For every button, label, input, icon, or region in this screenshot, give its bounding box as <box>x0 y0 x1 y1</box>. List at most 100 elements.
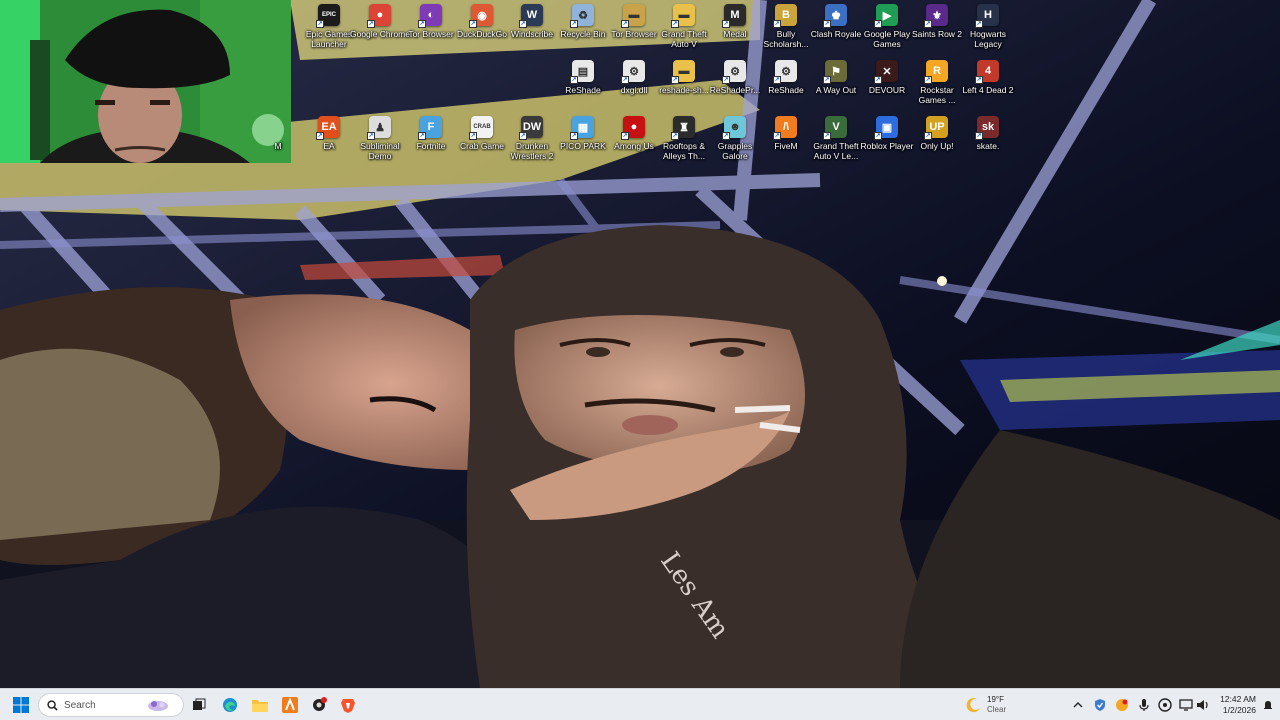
icon-glyph: 4 <box>984 65 992 77</box>
app-shortcut-icon: CRAB ↗ <box>469 116 493 140</box>
desktop-icon[interactable]: EPIC ↗ Epic Games Launcher <box>303 0 355 54</box>
desktop-icon[interactable]: ▬ ↗ Grand Theft Auto V <box>658 0 710 54</box>
task-view-button[interactable] <box>187 693 211 717</box>
icon-glyph: sk <box>981 121 995 133</box>
desktop-icon[interactable]: DW ↗ Drunken Wrestlers 2 <box>506 112 558 166</box>
desktop-icon[interactable]: ◐ ↗ Tor Browser <box>405 0 457 54</box>
desktop-icon[interactable]: ⚙ ↗ ReShade <box>760 56 812 110</box>
tray-windscribe-button[interactable] <box>1092 697 1108 713</box>
shortcut-arrow-icon: ↗ <box>519 20 527 28</box>
icon-glyph: ♜ <box>679 121 689 134</box>
desktop-icon[interactable]: M ↗ Medal <box>709 0 761 54</box>
desktop-icon[interactable]: EA ↗ EA <box>303 112 355 166</box>
start-button[interactable] <box>9 693 33 717</box>
shortcut-arrow-icon: ↗ <box>469 20 477 28</box>
desktop-icon[interactable]: B ↗ Bully Scholarsh... <box>760 0 812 54</box>
desktop-icon[interactable]: ◉ ↗ DuckDuckGo <box>456 0 508 54</box>
app-shortcut-icon: ⚙ ↗ <box>722 60 746 84</box>
desktop-icon[interactable]: ⚙ ↗ dxgi.dll <box>608 56 660 110</box>
shortcut-arrow-icon: ↗ <box>671 76 679 84</box>
desktop-icon-label: Hogwarts Legacy <box>970 29 1006 49</box>
app-shortcut-icon: H ↗ <box>975 4 999 28</box>
app-shortcut-icon: ⚑ ↗ <box>823 60 847 84</box>
desktop-icon[interactable]: ▦ ↗ PICO PARK <box>557 112 609 166</box>
tray-network-button[interactable] <box>1178 697 1194 713</box>
desktop-icon[interactable]: ⚑ ↗ A Way Out <box>810 56 862 110</box>
app-shortcut-icon: ✕ ↗ <box>874 60 898 84</box>
desktop-icon[interactable]: ▣ ↗ Roblox Player <box>861 112 913 166</box>
desktop-icon[interactable]: ⚜ ↗ Saints Row 2 <box>911 0 963 54</box>
icon-glyph: ⚑ <box>831 65 841 78</box>
tray-microphone-button[interactable] <box>1136 697 1152 713</box>
shortcut-arrow-icon: ↗ <box>924 132 932 140</box>
desktop-icon[interactable]: ♟ ↗ Subliminal Demo <box>354 112 406 166</box>
shortcut-arrow-icon: ↗ <box>621 76 629 84</box>
windows-logo-icon <box>13 697 29 713</box>
desktop-icon[interactable]: ▬ ↗ reshade-sh... <box>658 56 710 110</box>
desktop-icon[interactable]: sk ↗ skate. <box>962 112 1014 166</box>
desktop-icon[interactable]: ▶ ↗ Google Play Games <box>861 0 913 54</box>
tray-steam-button[interactable] <box>1157 697 1173 713</box>
taskbar-clock[interactable]: 12:42 AM 1/2/2026 <box>1208 694 1256 716</box>
shield-check-icon <box>1095 699 1105 711</box>
shortcut-arrow-icon: ↗ <box>823 132 831 140</box>
search-icon <box>47 699 58 711</box>
shortcut-arrow-icon: ↗ <box>367 20 375 28</box>
desktop-icon[interactable]: 4 ↗ Left 4 Dead 2 <box>962 56 1014 110</box>
app-shortcut-icon: EA ↗ <box>316 116 340 140</box>
icon-glyph: W <box>526 9 538 21</box>
app-shortcut-icon: ▬ ↗ <box>671 4 695 28</box>
desktop-icon[interactable]: ♻ ↗ Recycle Bin <box>557 0 609 54</box>
shortcut-arrow-icon: ↗ <box>975 20 983 28</box>
taskbar-edge-button[interactable] <box>218 693 242 717</box>
app-shortcut-icon: ♻ ↗ <box>570 4 594 28</box>
fivem-icon <box>282 697 298 713</box>
taskbar-brave-button[interactable] <box>336 693 360 717</box>
desktop-icon[interactable]: ♚ ↗ Clash Royale <box>810 0 862 54</box>
shortcut-arrow-icon: ↗ <box>773 20 781 28</box>
shortcut-arrow-icon: ↗ <box>469 132 477 140</box>
desktop-icon[interactable]: ☻ ↗ Grapples Galore <box>709 112 761 166</box>
taskbar-search[interactable] <box>38 693 184 717</box>
desktop-icon[interactable]: H ↗ Hogwarts Legacy <box>962 0 1014 54</box>
taskbar-fivem-button[interactable] <box>278 693 302 717</box>
icon-glyph: ▬ <box>678 9 690 21</box>
desktop-icon-label: Left 4 Dead 2 <box>962 85 1014 95</box>
shortcut-arrow-icon: ↗ <box>418 132 426 140</box>
show-hidden-icons-button[interactable] <box>1070 697 1086 713</box>
icon-glyph: ◐ <box>427 9 435 21</box>
shortcut-arrow-icon: ↗ <box>316 132 324 140</box>
icon-glyph: R <box>933 65 941 77</box>
shortcut-arrow-icon: ↗ <box>367 132 375 140</box>
app-shortcut-icon: ● ↗ <box>367 4 391 28</box>
app-shortcut-icon: 4 ↗ <box>975 60 999 84</box>
app-shortcut-icon: EPIC ↗ <box>316 4 340 28</box>
icon-glyph: F <box>427 121 435 133</box>
app-shortcut-icon <box>267 116 289 138</box>
desktop-icon[interactable]: R ↗ Rockstar Games ... <box>911 56 963 110</box>
app-shortcut-icon: ◉ ↗ <box>469 4 493 28</box>
desktop-icon[interactable]: W ↗ Windscribe <box>506 0 558 54</box>
desktop-icon[interactable]: F ↗ Fortnite <box>405 112 457 166</box>
desktop-icon[interactable]: M <box>252 112 304 166</box>
notification-center-button[interactable] <box>1260 697 1276 713</box>
desktop-icon[interactable]: V ↗ Grand Theft Auto V Le... <box>810 112 862 166</box>
desktop-icon[interactable]: ♜ ↗ Rooftops & Alleys Th... <box>658 112 710 166</box>
desktop-icon[interactable]: ▤ ↗ ReShade <box>557 56 609 110</box>
microphone-icon <box>1139 699 1149 711</box>
desktop-icon[interactable]: ⚙ ↗ ReShadePr... <box>709 56 761 110</box>
app-shortcut-icon: UP ↗ <box>924 116 948 140</box>
taskbar-steam-button[interactable] <box>307 693 331 717</box>
taskbar-file-explorer-button[interactable] <box>248 693 272 717</box>
shortcut-arrow-icon: ↗ <box>621 132 629 140</box>
desktop-icon[interactable]: UP ↗ Only Up! <box>911 112 963 166</box>
tray-app-button[interactable] <box>1114 697 1130 713</box>
shortcut-arrow-icon: ↗ <box>773 132 781 140</box>
weather-widget[interactable]: 19°F Clear <box>966 694 1006 716</box>
icon-glyph: ⚙ <box>730 65 740 78</box>
icon-glyph: ▦ <box>577 121 589 134</box>
chevron-up-icon <box>1073 702 1083 708</box>
search-input[interactable] <box>64 699 144 711</box>
app-shortcut-icon: ♚ ↗ <box>823 4 847 28</box>
desktop-icon[interactable]: ● ↗ Google Chrome <box>350 0 410 54</box>
